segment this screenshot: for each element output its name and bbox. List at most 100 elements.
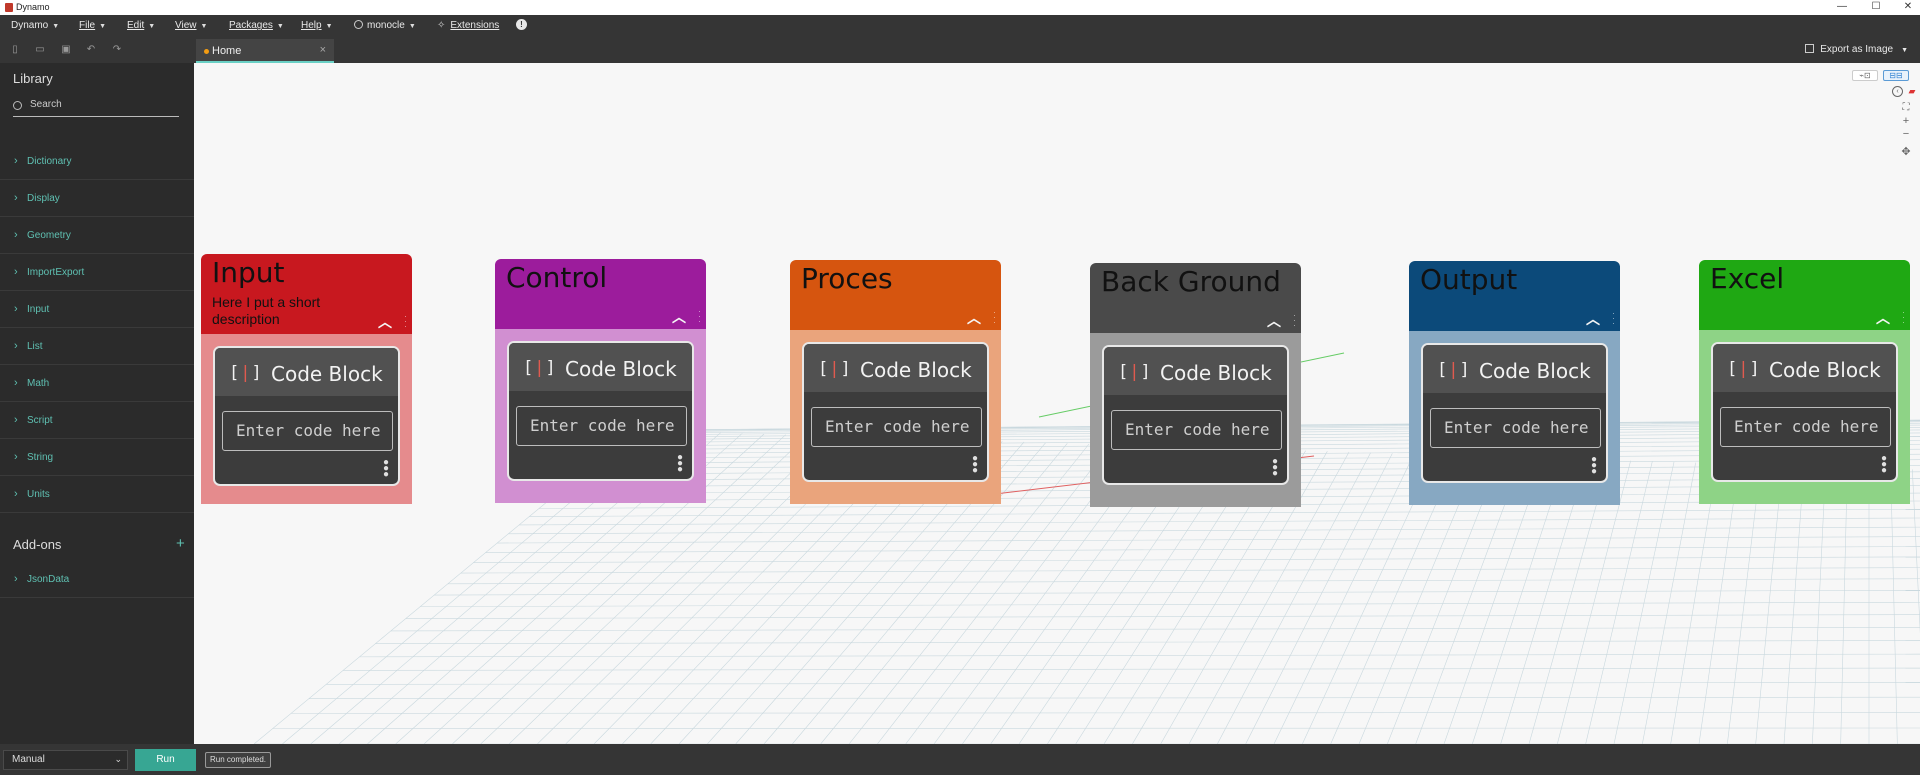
library-search[interactable]: Search — [13, 98, 179, 117]
code-block-node[interactable]: [|] Code Block Enter code here ● ● ● — [802, 342, 989, 482]
menu-view[interactable]: View ▼ — [175, 20, 207, 31]
group-title[interactable]: Output — [1420, 263, 1517, 296]
more-options-icon[interactable]: · · · — [698, 307, 701, 326]
group-control[interactable]: Control ︿ · · · [|] Code Block Enter code … — [495, 259, 706, 503]
group-description[interactable]: Here I put a short description — [212, 294, 362, 328]
add-icon[interactable]: + — [176, 535, 185, 552]
node-header[interactable]: [|] Code Block — [804, 344, 987, 392]
library-item-input[interactable]: › Input — [0, 291, 194, 328]
node-menu-icon[interactable]: ● ● ● — [1591, 455, 1597, 477]
node-menu-icon[interactable]: ● ● ● — [383, 458, 389, 480]
code-block-node[interactable]: [|] Code Block Enter code here ● ● ● — [507, 341, 694, 481]
menu-file[interactable]: File ▼ — [79, 20, 106, 31]
tab-close-icon[interactable]: × — [320, 44, 326, 56]
library-item-units[interactable]: › Units — [0, 476, 194, 513]
code-block-node[interactable]: [|] Code Block Enter code here ● ● ● — [1421, 343, 1608, 483]
zoom-out-icon[interactable]: − — [1900, 128, 1912, 140]
redo-icon[interactable]: ↷ — [112, 45, 122, 55]
node-menu-icon[interactable]: ● ● ● — [1272, 457, 1278, 479]
graph-view-toggle-icon[interactable]: ⊟⊟ — [1883, 70, 1909, 81]
node-menu-icon[interactable]: ● ● ● — [1881, 454, 1887, 476]
run-mode-select[interactable]: Manual ⌄ — [3, 750, 128, 770]
group-proces[interactable]: Proces ︿ · · · [|] Code Block Enter code h… — [790, 260, 1001, 504]
camera-icon[interactable]: ▰ — [1906, 86, 1918, 97]
group-header[interactable]: Control ︿ · · · — [495, 259, 706, 329]
node-header[interactable]: [|] Code Block — [1713, 344, 1896, 392]
group-excel[interactable]: Excel ︿ · · · [|] Code Block Enter code he… — [1699, 260, 1910, 504]
collapse-icon[interactable]: ︿ — [672, 307, 686, 327]
group-back-ground[interactable]: Back Ground ︿ · · · [|] Code Block Enter c… — [1090, 263, 1301, 507]
notifications-icon[interactable]: ! — [516, 19, 527, 30]
group-title[interactable]: Input — [212, 256, 285, 289]
group-title[interactable]: Back Ground — [1101, 265, 1281, 298]
library-item-display[interactable]: › Display — [0, 180, 194, 217]
tab-home[interactable]: Home × — [196, 39, 334, 63]
library-item-dictionary[interactable]: › Dictionary — [0, 143, 194, 180]
code-input[interactable]: Enter code here — [1720, 407, 1891, 447]
group-title[interactable]: Proces — [801, 262, 893, 295]
group-header[interactable]: Output ︿ · · · — [1409, 261, 1620, 331]
library-item-geometry[interactable]: › Geometry — [0, 217, 194, 254]
code-input[interactable]: Enter code here — [222, 411, 393, 451]
group-title[interactable]: Control — [506, 261, 607, 294]
collapse-icon[interactable]: ︿ — [967, 308, 981, 328]
menu-extensions[interactable]: ✧ Extensions — [437, 20, 499, 31]
new-file-icon[interactable]: ▯ — [10, 45, 20, 55]
node-header[interactable]: [|] Code Block — [215, 348, 398, 396]
export-as-image-button[interactable]: Export as Image ▼ — [1805, 44, 1908, 55]
geometry-view-toggle-icon[interactable]: ⌁⊡ — [1852, 70, 1878, 81]
zoom-fit-icon[interactable]: ⛶ — [1900, 102, 1912, 114]
library-item-math[interactable]: › Math — [0, 365, 194, 402]
back-icon[interactable]: ‹ — [1892, 86, 1903, 97]
node-header[interactable]: [|] Code Block — [1104, 347, 1287, 395]
more-options-icon[interactable]: · · · — [993, 308, 996, 327]
menu-packages[interactable]: Packages ▼ — [229, 20, 284, 31]
node-menu-icon[interactable]: ● ● ● — [972, 454, 978, 476]
collapse-icon[interactable]: ︿ — [1267, 311, 1281, 331]
code-input[interactable]: Enter code here — [516, 406, 687, 446]
library-item-jsondata[interactable]: › JsonData — [0, 561, 194, 598]
group-header[interactable]: Input Here I put a short description ︿ ·… — [201, 254, 412, 334]
open-folder-icon[interactable]: ▭ — [35, 45, 45, 55]
group-header[interactable]: Excel ︿ · · · — [1699, 260, 1910, 330]
menu-edit[interactable]: Edit ▼ — [127, 20, 155, 31]
collapse-icon[interactable]: ︿ — [378, 312, 392, 332]
node-header[interactable]: [|] Code Block — [509, 343, 692, 391]
code-input[interactable]: Enter code here — [811, 407, 982, 447]
search-input[interactable]: Search — [30, 99, 62, 110]
collapse-icon[interactable]: ︿ — [1876, 308, 1890, 328]
code-block-node[interactable]: [|] Code Block Enter code here ● ● ● — [1102, 345, 1289, 485]
pan-icon[interactable]: ✥ — [1900, 145, 1912, 158]
run-button[interactable]: Run — [135, 749, 196, 771]
menu-monocle[interactable]: monocle ▼ — [354, 20, 416, 31]
group-input[interactable]: Input Here I put a short description ︿ ·… — [201, 254, 412, 504]
more-options-icon[interactable]: · · · — [1612, 309, 1615, 328]
node-menu-icon[interactable]: ● ● ● — [677, 453, 683, 475]
more-options-icon[interactable]: · · · — [404, 312, 407, 331]
menu-help[interactable]: Help ▼ — [301, 20, 333, 31]
code-block-node[interactable]: [|] Code Block Enter code here ● ● ● — [1711, 342, 1898, 482]
minimize-button[interactable]: — — [1827, 0, 1857, 15]
collapse-icon[interactable]: ︿ — [1586, 309, 1600, 329]
save-icon[interactable]: ▣ — [61, 45, 71, 55]
library-item-list[interactable]: › List — [0, 328, 194, 365]
node-header[interactable]: [|] Code Block — [1423, 345, 1606, 393]
undo-icon[interactable]: ↶ — [86, 45, 96, 55]
library-item-importexport[interactable]: › ImportExport — [0, 254, 194, 291]
maximize-button[interactable]: ☐ — [1861, 0, 1891, 15]
menu-dynamo[interactable]: Dynamo ▼ — [11, 20, 59, 31]
group-header[interactable]: Proces ︿ · · · — [790, 260, 1001, 330]
code-input[interactable]: Enter code here — [1430, 408, 1601, 448]
group-title[interactable]: Excel — [1710, 262, 1784, 295]
code-block-node[interactable]: [|] Code Block Enter code here ● ● ● — [213, 346, 400, 486]
group-output[interactable]: Output ︿ · · · [|] Code Block Enter code h… — [1409, 261, 1620, 505]
workspace-canvas[interactable]: ⌁⊡ ⊟⊟ ‹ ▰ ⛶ + − ✥ Input Here I put a sho… — [194, 63, 1920, 744]
code-input[interactable]: Enter code here — [1111, 410, 1282, 450]
zoom-in-icon[interactable]: + — [1900, 115, 1912, 127]
group-header[interactable]: Back Ground ︿ · · · — [1090, 263, 1301, 333]
library-item-string[interactable]: › String — [0, 439, 194, 476]
more-options-icon[interactable]: · · · — [1902, 308, 1905, 327]
more-options-icon[interactable]: · · · — [1293, 311, 1296, 330]
library-item-script[interactable]: › Script — [0, 402, 194, 439]
close-button[interactable]: ✕ — [1893, 0, 1920, 15]
